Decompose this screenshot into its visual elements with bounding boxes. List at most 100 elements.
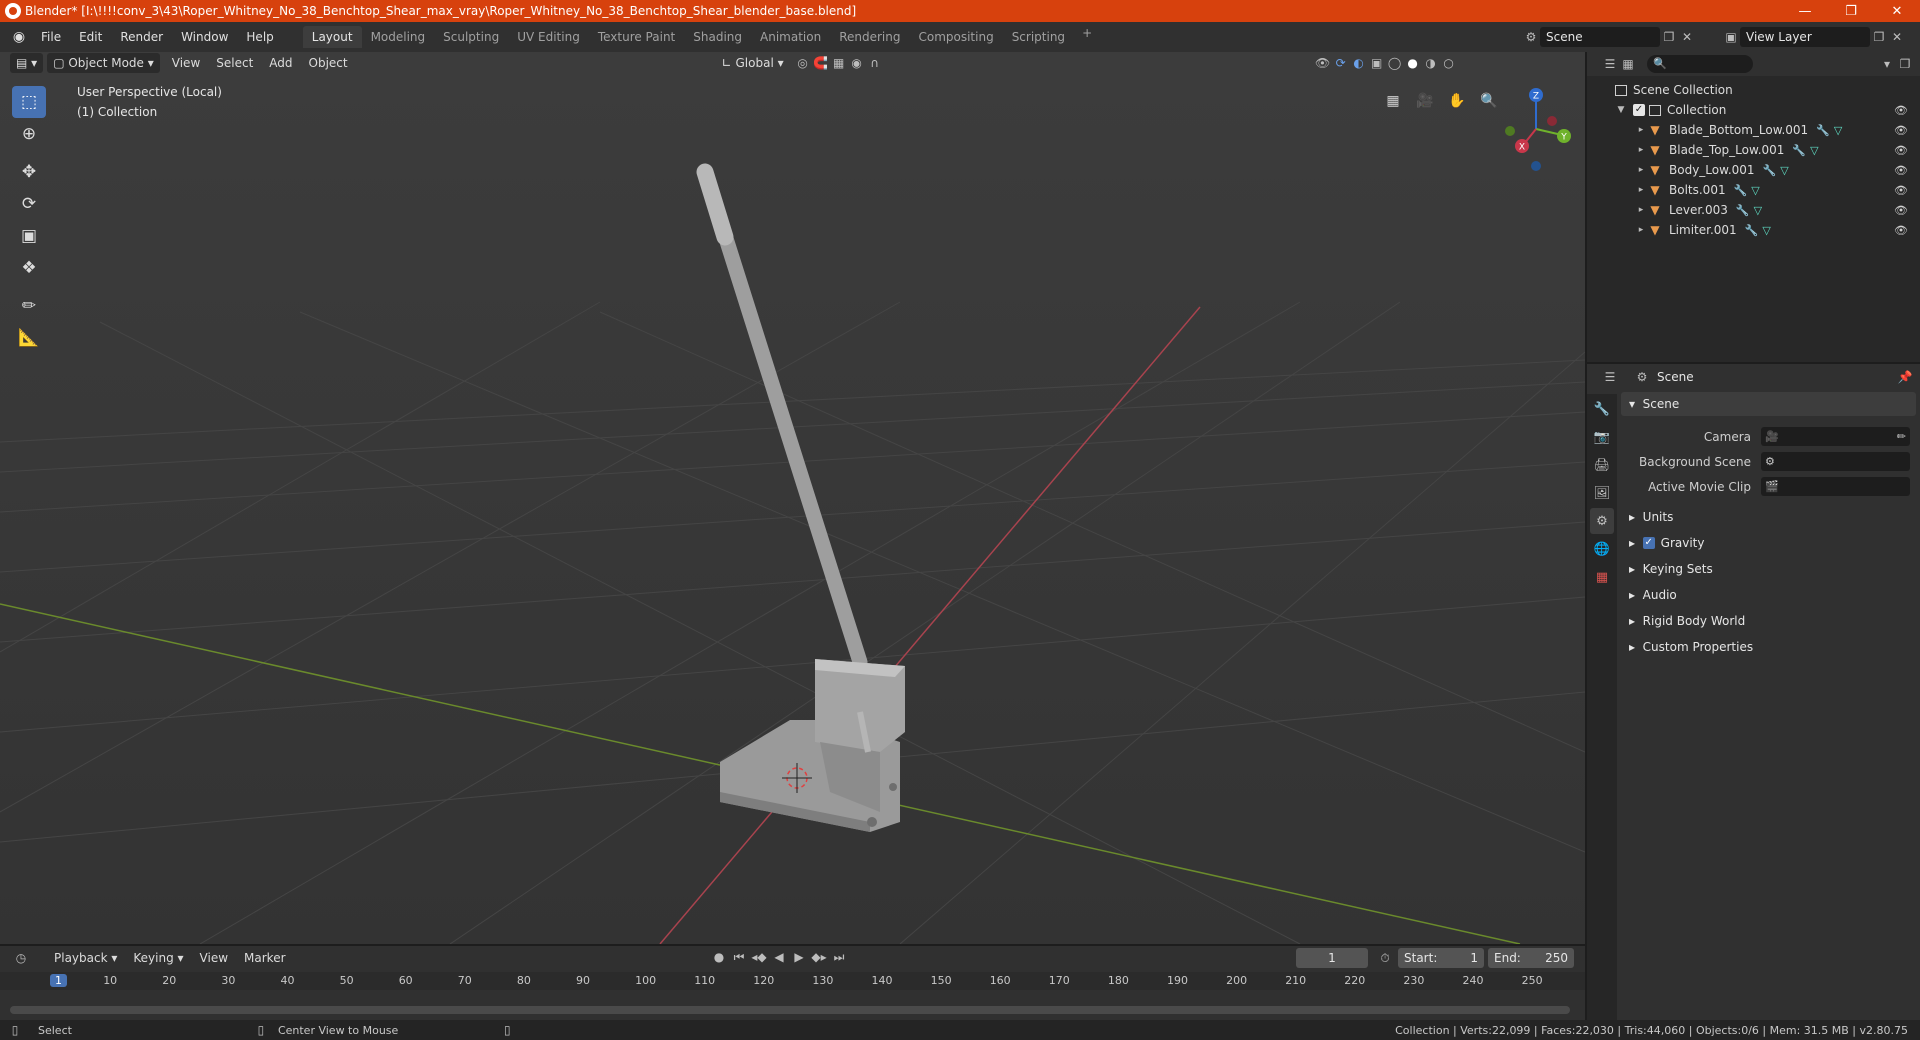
blender-logo-icon[interactable]: ◉ xyxy=(6,27,32,47)
outliner-editor-type-icon[interactable]: ☰ xyxy=(1601,55,1619,73)
modifier-wrench-icon[interactable]: 🔧 xyxy=(1763,164,1777,177)
view-layer-selector[interactable]: ▣ View Layer ❐ ✕ xyxy=(1722,26,1920,48)
tab-rendering[interactable]: Rendering xyxy=(830,26,909,48)
next-keyframe-icon[interactable]: ◆▸ xyxy=(810,948,828,966)
delete-scene-icon[interactable]: ✕ xyxy=(1678,28,1696,46)
visibility-eye-icon[interactable]: 👁 xyxy=(1894,104,1908,117)
3d-viewport[interactable]: ▤ ▾ ▢ Object Mode ▾ View Select Add Obje… xyxy=(0,52,1585,944)
tool-tab-icon[interactable]: 🔧 xyxy=(1590,396,1614,422)
timeline-ruler[interactable]: 1 10 20 30 40 50 60 70 80 90 100 110 120 130 140 150 160… xyxy=(0,972,1585,990)
pan-hand-icon[interactable]: ✋ xyxy=(1444,88,1470,114)
new-scene-icon[interactable]: ❐ xyxy=(1660,28,1678,46)
record-icon[interactable]: ● xyxy=(710,948,728,966)
expand-triangle-icon[interactable]: ▸ xyxy=(1635,185,1647,195)
snap-target-icon[interactable]: ▦ xyxy=(830,54,848,72)
overlays-toggle-icon[interactable]: ◐ xyxy=(1350,54,1368,72)
tab-modeling[interactable]: Modeling xyxy=(362,26,435,48)
world-tab-icon[interactable]: 🌐 xyxy=(1590,536,1614,562)
visibility-eye-icon[interactable]: 👁 xyxy=(1894,164,1908,177)
tab-animation[interactable]: Animation xyxy=(751,26,830,48)
active-movie-clip-field[interactable]: 🎬 xyxy=(1761,477,1910,496)
properties-editor-type-icon[interactable]: ☰ xyxy=(1601,368,1619,386)
xray-toggle-icon[interactable]: ▣ xyxy=(1368,54,1386,72)
proportional-edit-icon[interactable]: ◉ xyxy=(848,54,866,72)
pin-icon[interactable]: 📌 xyxy=(1896,368,1914,386)
cursor-tool-icon[interactable]: ⊕ xyxy=(12,118,46,150)
end-frame-field[interactable]: End: 250 xyxy=(1488,948,1574,968)
expand-triangle-icon[interactable]: ▸ xyxy=(1635,205,1647,215)
start-frame-field[interactable]: Start: 1 xyxy=(1398,948,1484,968)
outliner-collection[interactable]: ▼ ✓ Collection 👁 xyxy=(1587,100,1920,120)
viewport-menu-select[interactable]: Select xyxy=(208,56,261,70)
gravity-panel-header[interactable]: ▸ ✓ Gravity xyxy=(1621,531,1916,555)
current-frame-field[interactable]: 1 xyxy=(1296,948,1368,968)
rendered-shading-icon[interactable]: ○ xyxy=(1440,54,1458,72)
tab-shading[interactable]: Shading xyxy=(684,26,751,48)
modifier-wrench-icon[interactable]: 🔧 xyxy=(1792,144,1806,157)
outliner-object-row[interactable]: ▸ ▼ Lever.003 🔧 ▽ 👁 xyxy=(1587,200,1920,220)
mesh-data-icon[interactable]: ▽ xyxy=(1780,164,1788,177)
outliner-scene-collection[interactable]: Scene Collection xyxy=(1587,80,1920,100)
outliner-search-input[interactable]: 🔍 xyxy=(1647,55,1753,73)
transform-tool-icon[interactable]: ❖ xyxy=(12,252,46,284)
menu-help[interactable]: Help xyxy=(237,26,282,48)
editor-type-button[interactable]: ▤ ▾ xyxy=(10,53,44,73)
measure-tool-icon[interactable]: 📐 xyxy=(12,322,46,354)
annotate-tool-icon[interactable]: ✏ xyxy=(12,290,46,322)
view-layer-name[interactable]: View Layer xyxy=(1740,27,1870,47)
background-scene-field[interactable]: ⚙ xyxy=(1761,452,1910,471)
collection-checkbox[interactable]: ✓ xyxy=(1633,104,1645,116)
modifier-wrench-icon[interactable]: 🔧 xyxy=(1816,124,1830,137)
outliner-object-row[interactable]: ▸ ▼ Bolts.001 🔧 ▽ 👁 xyxy=(1587,180,1920,200)
render-tab-icon[interactable]: 📷 xyxy=(1590,424,1614,450)
play-reverse-icon[interactable]: ◀ xyxy=(770,948,788,966)
output-tab-icon[interactable]: 🖨 xyxy=(1590,452,1614,478)
close-icon[interactable]: ✕ xyxy=(1874,0,1920,22)
modifier-wrench-icon[interactable]: 🔧 xyxy=(1736,204,1750,217)
expand-triangle-icon[interactable]: ▸ xyxy=(1635,225,1647,235)
object-mode-dropdown[interactable]: ▢ Object Mode ▾ xyxy=(47,53,160,73)
filter-icon[interactable]: ▾ xyxy=(1878,55,1896,73)
menu-edit[interactable]: Edit xyxy=(70,26,111,48)
menu-window[interactable]: Window xyxy=(172,26,237,48)
stopwatch-icon[interactable]: ⏱ xyxy=(1376,949,1394,967)
texture-tab-icon[interactable]: ▦ xyxy=(1590,564,1614,590)
visibility-eye-icon[interactable]: 👁 xyxy=(1894,144,1908,157)
expand-triangle-icon[interactable]: ▸ xyxy=(1635,125,1647,135)
modifier-wrench-icon[interactable]: 🔧 xyxy=(1745,224,1759,237)
maximize-icon[interactable]: ❐ xyxy=(1828,0,1874,22)
transform-orientation-dropdown[interactable]: ∟ Global ▾ xyxy=(716,53,790,73)
scene-name[interactable]: Scene xyxy=(1540,27,1660,47)
modifier-wrench-icon[interactable]: 🔧 xyxy=(1734,184,1748,197)
visibility-eye-icon[interactable]: 👁 xyxy=(1894,124,1908,137)
outliner-object-row[interactable]: ▸ ▼ Limiter.001 🔧 ▽ 👁 xyxy=(1587,220,1920,240)
material-shading-icon[interactable]: ◑ xyxy=(1422,54,1440,72)
display-mode-icon[interactable]: ▦ xyxy=(1619,55,1637,73)
play-icon[interactable]: ▶ xyxy=(790,948,808,966)
mesh-data-icon[interactable]: ▽ xyxy=(1754,204,1762,217)
solid-shading-icon[interactable]: ● xyxy=(1404,54,1422,72)
expand-triangle-icon[interactable]: ▸ xyxy=(1635,145,1647,155)
rotate-tool-icon[interactable]: ⟳ xyxy=(12,188,46,220)
expand-triangle-icon[interactable]: ▸ xyxy=(1635,165,1647,175)
add-workspace-icon[interactable]: + xyxy=(1074,26,1100,48)
visibility-eye-icon[interactable]: 👁 xyxy=(1894,204,1908,217)
outliner-object-row[interactable]: ▸ ▼ Blade_Top_Low.001 🔧 ▽ 👁 xyxy=(1587,140,1920,160)
outliner-object-row[interactable]: ▸ ▼ Blade_Bottom_Low.001 🔧 ▽ 👁 xyxy=(1587,120,1920,140)
mesh-data-icon[interactable]: ▽ xyxy=(1810,144,1818,157)
units-panel-header[interactable]: ▸ Units xyxy=(1621,505,1916,529)
pivot-point-icon[interactable]: ◎ xyxy=(794,54,812,72)
viewport-menu-object[interactable]: Object xyxy=(301,56,356,70)
timeline-editor-type-icon[interactable]: ◷ xyxy=(12,949,30,967)
viewport-menu-add[interactable]: Add xyxy=(261,56,300,70)
audio-panel-header[interactable]: ▸ Audio xyxy=(1621,583,1916,607)
custom-properties-panel-header[interactable]: ▸ Custom Properties xyxy=(1621,635,1916,659)
new-collection-icon[interactable]: ❐ xyxy=(1896,55,1914,73)
mesh-data-icon[interactable]: ▽ xyxy=(1762,224,1770,237)
scene-selector[interactable]: ⚙ Scene ❐ ✕ xyxy=(1522,26,1728,48)
wireframe-shading-icon[interactable]: ◯ xyxy=(1386,54,1404,72)
collapse-triangle-icon[interactable]: ▼ xyxy=(1615,105,1627,115)
viewport-menu-view[interactable]: View xyxy=(164,56,208,70)
gravity-checkbox[interactable]: ✓ xyxy=(1642,537,1655,549)
scene-panel-header[interactable]: ▾ Scene xyxy=(1621,392,1916,416)
